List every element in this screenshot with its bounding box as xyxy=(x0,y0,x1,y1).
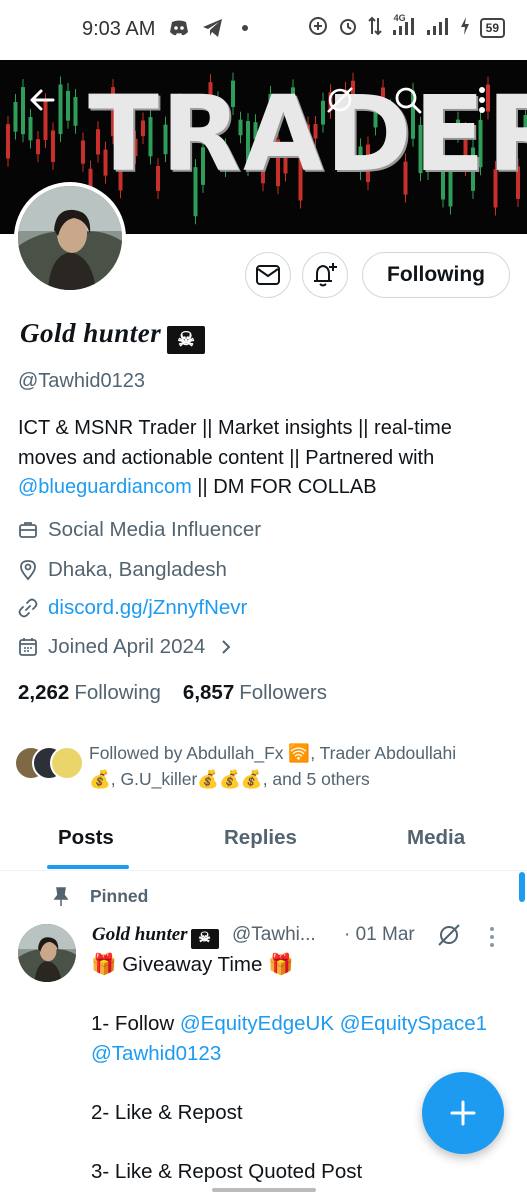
tab-replies[interactable]: Replies xyxy=(224,826,297,850)
profile-location: Dhaka, Bangladesh xyxy=(18,558,227,582)
followed-by-line: Followed by Abdullah_Fx 🛜, Trader Abdoul… xyxy=(89,743,457,763)
more-vertical-icon xyxy=(479,87,485,113)
chevron-right-icon xyxy=(222,640,231,654)
tweet-mentions[interactable]: @EquityEdgeUK @EquitySpace1 xyxy=(180,1012,487,1035)
calendar-icon xyxy=(19,638,37,656)
grok-icon xyxy=(438,924,460,946)
category-text: Social Media Influencer xyxy=(48,518,262,541)
profile-category: Social Media Influencer xyxy=(18,518,261,542)
candle-body xyxy=(73,97,78,126)
location-text: Dhaka, Bangladesh xyxy=(48,558,227,581)
status-time: 9:03 AM xyxy=(82,18,156,40)
url-link[interactable]: discord.gg/jZnnyfNevr xyxy=(48,596,247,620)
message-button[interactable] xyxy=(245,252,291,298)
profile-url[interactable]: discord.gg/jZnnyfNevr xyxy=(18,596,247,620)
follow-counts: 2,262 Following 6,857 Followers xyxy=(18,681,327,705)
status-bar: 9:03 AM 4G 59 xyxy=(0,0,527,60)
bio-tail: || DM FOR COLLAB xyxy=(191,476,377,498)
avatar-image xyxy=(18,186,122,290)
pirate-flag-icon: ☠ xyxy=(167,326,206,354)
tab-posts[interactable]: Posts xyxy=(58,826,114,850)
back-button[interactable] xyxy=(20,78,64,122)
display-name: Gold hunter ☠ xyxy=(20,318,206,354)
tweet-header: Gold hunter ☠ @Tawhi... · 01 Mar xyxy=(92,922,512,952)
more-vertical-icon xyxy=(490,927,494,947)
active-tab-indicator xyxy=(47,865,129,869)
tweet-mention-link[interactable]: @Tawhid0123 xyxy=(91,1039,516,1069)
candle-body xyxy=(81,140,85,164)
candle-body xyxy=(66,90,70,121)
profile-bio: ICT & MSNR Trader || Market insights || … xyxy=(18,414,513,503)
briefcase-icon xyxy=(19,522,37,538)
tweet-line: 1- Follow xyxy=(91,1012,180,1035)
pinned-label: Pinned xyxy=(52,886,148,907)
tweet-avatar[interactable] xyxy=(18,924,76,982)
joined-text: Joined April 2024 xyxy=(48,635,206,658)
charging-icon xyxy=(460,16,470,40)
bell-plus-icon xyxy=(314,263,337,287)
display-name-text: Gold hunter xyxy=(20,318,162,348)
candle-body xyxy=(13,101,18,132)
following-count[interactable]: 2,262 Following xyxy=(18,681,161,705)
pushpin-icon xyxy=(53,886,69,906)
candle-body xyxy=(28,116,33,141)
bio-line: ICT & MSNR Trader || Market insights || … xyxy=(18,417,452,439)
arrow-left-icon xyxy=(30,89,55,111)
profile-avatar[interactable] xyxy=(14,182,126,294)
search-button[interactable] xyxy=(386,78,430,122)
home-indicator[interactable] xyxy=(212,1188,316,1192)
bio-line: moves and actionable content || Partnere… xyxy=(18,446,435,469)
tweet-line: 🎁 Giveaway Time 🎁 xyxy=(91,953,294,976)
envelope-icon xyxy=(256,265,280,285)
tweet-author-handle[interactable]: @Tawhi... xyxy=(232,924,316,946)
signal-icon xyxy=(426,16,450,40)
mini-avatar xyxy=(50,746,84,780)
alarm-icon xyxy=(338,16,358,40)
data-saver-icon xyxy=(308,16,328,40)
scrollbar[interactable] xyxy=(519,872,525,902)
tweet-author-name[interactable]: Gold hunter ☠ xyxy=(92,924,219,949)
grok-icon xyxy=(327,87,353,113)
pirate-flag-icon: ☠ xyxy=(190,929,219,949)
profile-tabs: Posts Replies Media xyxy=(0,816,527,871)
followed-by-avatars xyxy=(14,746,84,782)
profile-joined[interactable]: Joined April 2024 xyxy=(18,635,233,659)
more-options-button[interactable] xyxy=(460,78,504,122)
link-icon xyxy=(18,598,38,618)
pin-icon xyxy=(20,560,36,581)
tweet-line: 3- Like & Repost Quoted Post xyxy=(91,1159,363,1183)
compose-button[interactable] xyxy=(422,1072,504,1154)
bio-mention-link[interactable]: @blueguardiancom xyxy=(18,476,192,498)
tab-media[interactable]: Media xyxy=(407,826,465,850)
followed-by-line: 💰, G.U_killer💰💰💰, and 5 others xyxy=(89,769,370,789)
grok-button[interactable] xyxy=(318,78,362,122)
candle-body xyxy=(36,139,40,155)
profile-handle: @Tawhid0123 xyxy=(18,370,146,392)
candle-body xyxy=(51,130,55,162)
discord-icon xyxy=(168,19,190,41)
notifications-button[interactable] xyxy=(302,252,348,298)
battery-indicator: 59 xyxy=(479,18,505,38)
following-button[interactable]: Following xyxy=(362,252,510,298)
telegram-icon xyxy=(202,18,224,42)
dot-icon xyxy=(236,19,254,41)
plus-icon xyxy=(450,1100,476,1126)
followers-count[interactable]: 6,857 Followers xyxy=(183,681,327,705)
search-icon xyxy=(395,87,422,114)
data-arrows-icon xyxy=(367,16,382,40)
tweet-time[interactable]: · 01 Mar xyxy=(344,924,415,946)
signal-4g-icon: 4G xyxy=(392,13,416,40)
candle-body xyxy=(6,124,10,159)
